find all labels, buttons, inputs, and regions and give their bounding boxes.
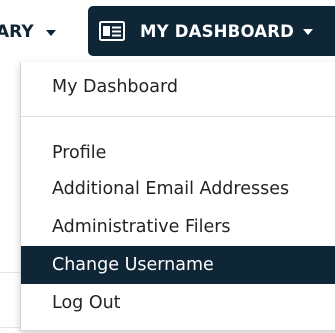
menu-item-label: Administrative Filers	[52, 217, 231, 237]
menu-item-label: My Dashboard	[52, 77, 178, 97]
menu-item-administrative-filers[interactable]: Administrative Filers	[21, 208, 335, 246]
page: ARY MY DASHBOARD My Dashboard Profile Ad…	[0, 0, 335, 333]
dashboard-dropdown-menu: My Dashboard Profile Additional Email Ad…	[20, 62, 335, 331]
nav-item-previous-label: ARY	[0, 22, 34, 42]
menu-item-label: Additional Email Addresses	[52, 179, 290, 199]
chevron-down-icon	[303, 29, 314, 35]
menu-item-label: Profile	[52, 143, 107, 163]
menu-item-my-dashboard[interactable]: My Dashboard	[21, 68, 335, 106]
top-navigation-bar: ARY MY DASHBOARD	[0, 0, 335, 62]
nav-item-my-dashboard-label: MY DASHBOARD	[140, 21, 295, 41]
id-card-icon	[99, 21, 125, 41]
menu-item-profile[interactable]: Profile	[21, 134, 335, 172]
menu-item-additional-email-addresses[interactable]: Additional Email Addresses	[21, 170, 335, 208]
nav-item-previous[interactable]: ARY	[0, 12, 56, 52]
page-divider	[0, 272, 20, 273]
menu-item-log-out[interactable]: Log Out	[21, 284, 335, 322]
menu-divider	[21, 116, 335, 117]
page-divider	[0, 327, 20, 328]
chevron-down-icon	[45, 30, 56, 36]
menu-item-change-username[interactable]: Change Username	[21, 246, 335, 284]
nav-item-my-dashboard[interactable]: MY DASHBOARD	[88, 6, 335, 56]
menu-item-label: Change Username	[52, 255, 214, 275]
menu-item-label: Log Out	[52, 293, 121, 313]
